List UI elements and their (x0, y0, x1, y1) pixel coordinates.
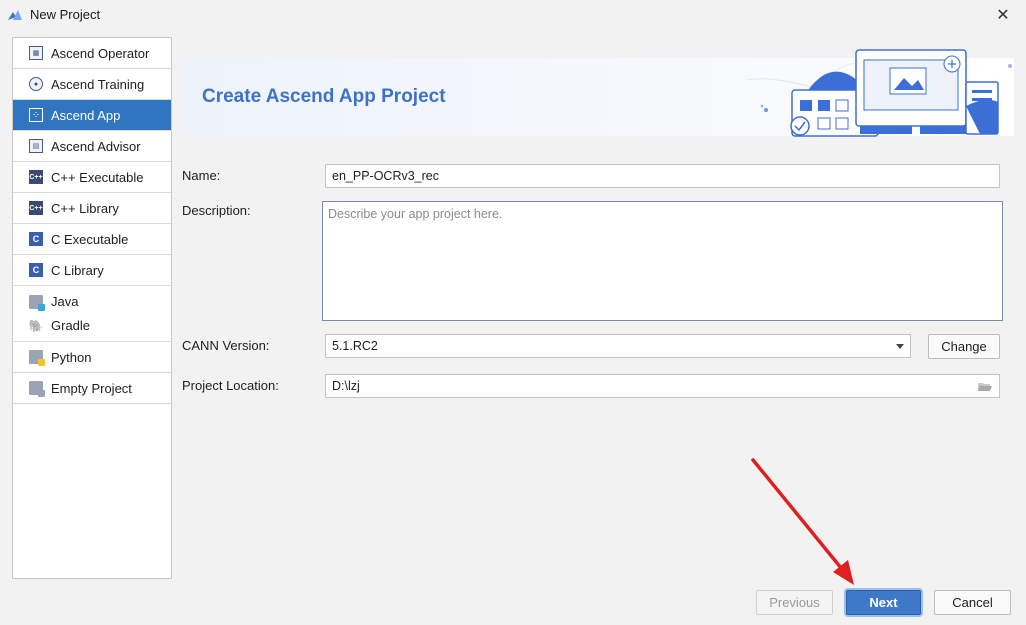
name-label: Name: (182, 168, 221, 183)
sidebar-item-cpp-library[interactable]: C++ C++ Library (13, 193, 171, 224)
advisor-icon: ▤ (29, 139, 43, 153)
previous-button[interactable]: Previous (756, 590, 833, 615)
folder-open-icon[interactable] (978, 382, 992, 392)
description-label: Description: (182, 203, 251, 218)
page-title: Create Ascend App Project (202, 86, 446, 107)
project-location-value: D:\lzj (332, 379, 360, 393)
sidebar-item-cpp-executable[interactable]: C++ C++ Executable (13, 162, 171, 193)
title-bar: New Project ✕ (0, 0, 1026, 30)
c-icon: C (29, 232, 43, 246)
sidebar-item-ascend-training[interactable]: ● Ascend Training (13, 69, 171, 100)
sidebar-item-c-library[interactable]: C C Library (13, 255, 171, 286)
close-icon: ✕ (996, 7, 1010, 24)
sidebar-item-label: Gradle (51, 318, 91, 333)
sidebar-item-gradle[interactable]: 🐘 Gradle (28, 318, 91, 333)
sidebar-item-ascend-advisor[interactable]: ▤ Ascend Advisor (13, 131, 171, 162)
sidebar-item-label: Empty Project (51, 380, 132, 396)
cpp-icon: C++ (29, 170, 43, 184)
java-icon (29, 294, 45, 311)
description-textarea[interactable]: Describe your app project here. (322, 201, 1003, 321)
sidebar-item-label: Python (51, 349, 92, 365)
annotation-arrow (751, 458, 854, 585)
name-input[interactable]: en_PP-OCRv3_rec (325, 164, 1000, 188)
app-logo-icon (8, 10, 22, 20)
window-title: New Project (30, 7, 101, 22)
sidebar-item-label: Ascend Operator (51, 45, 150, 61)
sidebar-item-label: Ascend Advisor (51, 138, 141, 154)
sidebar-item-ascend-operator[interactable]: ▦ Ascend Operator (13, 38, 171, 69)
sidebar-item-label: C Library (51, 262, 104, 278)
training-icon: ● (29, 77, 43, 91)
name-value: en_PP-OCRv3_rec (332, 169, 439, 183)
sidebar-item-label: C Executable (51, 231, 129, 247)
project-type-list: ▦ Ascend Operator ● Ascend Training ⁘ As… (12, 37, 172, 579)
empty-project-icon (29, 381, 45, 397)
banner-illustration (748, 49, 1012, 137)
cann-version-label: CANN Version: (182, 338, 270, 353)
app-icon: ⁘ (29, 108, 43, 122)
sidebar-item-c-executable[interactable]: C C Executable (13, 224, 171, 255)
sidebar-item-label: Ascend App (51, 107, 121, 123)
sidebar-item-label: C++ Executable (51, 169, 144, 185)
close-button[interactable]: ✕ (980, 0, 1026, 30)
c-icon: C (29, 263, 43, 277)
gradle-icon: 🐘 (28, 318, 44, 333)
sidebar-item-label: C++ Library (51, 200, 119, 216)
cann-version-value: 5.1.RC2 (332, 339, 378, 353)
sidebar-item-label: Java (51, 294, 79, 309)
project-location-label: Project Location: (182, 378, 279, 393)
cann-version-select[interactable]: 5.1.RC2 (325, 334, 911, 358)
change-button[interactable]: Change (928, 334, 1000, 359)
next-button[interactable]: Next (846, 590, 921, 615)
cancel-button[interactable]: Cancel (934, 590, 1011, 615)
sidebar-group-java-gradle: Java 🐘 Gradle (13, 286, 171, 342)
sidebar-item-label: Ascend Training (51, 76, 145, 92)
sidebar-item-empty-project[interactable]: Empty Project (13, 373, 171, 404)
description-placeholder: Describe your app project here. (328, 207, 503, 221)
chevron-down-icon (896, 344, 904, 349)
project-location-input[interactable]: D:\lzj (325, 374, 1000, 398)
sidebar-item-python[interactable]: Python (13, 342, 171, 373)
cpp-icon: C++ (29, 201, 43, 215)
python-icon (29, 350, 45, 366)
sidebar-item-java[interactable]: Java (29, 294, 79, 311)
operator-icon: ▦ (29, 46, 43, 60)
sidebar-item-ascend-app[interactable]: ⁘ Ascend App (13, 100, 171, 131)
